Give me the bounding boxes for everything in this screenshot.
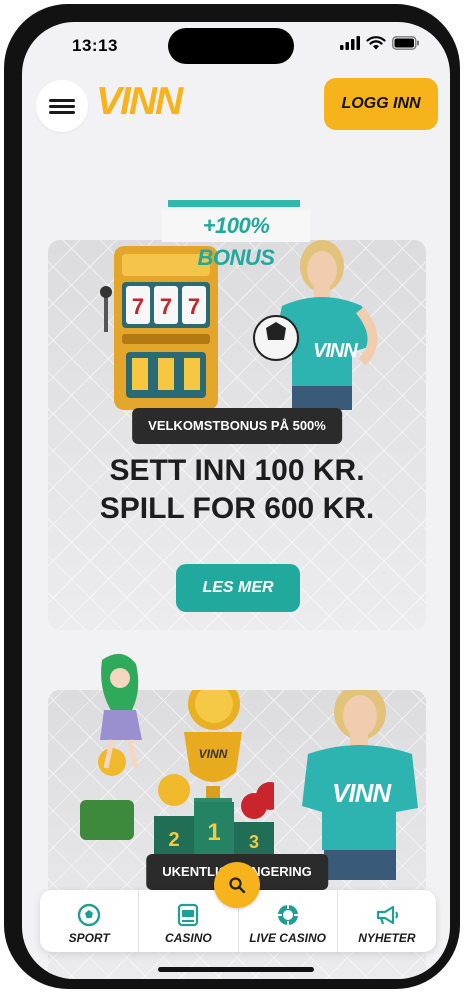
shirt-logo-text-2: VINN [332,778,391,808]
promo-headline-2: SPILL FOR 600 KR. [99,492,375,525]
bonus-tag-text: +100% BONUS [162,210,310,270]
welcome-bonus-badge: VELKOMSTBONUS PÅ 500% [132,408,342,444]
search-icon [229,877,246,894]
home-indicator[interactable] [158,967,314,972]
search-button[interactable] [214,862,260,908]
cellular-signal-icon [340,36,360,50]
tab-news[interactable]: NYHETER [338,890,436,952]
vinn-logo[interactable]: VINN [96,80,183,124]
slot-machine-icon [178,903,199,927]
dynamic-island [168,28,294,64]
anime-character-illustration [100,653,142,769]
tab-news-label: NYHETER [358,931,416,945]
screen: 13:13 VINN LOGG INN 7 7 7 VINN VELKOMSTB… [22,22,450,979]
bonus-tag: +100% BONUS [162,200,310,270]
login-button[interactable]: LOGG INN [324,78,438,130]
tab-sport[interactable]: SPORT [40,890,140,952]
shirt-logo-text: VINN [313,340,358,362]
trophy-label: VINN [199,747,228,761]
hamburger-icon [49,96,75,117]
soccer-ball-icon [77,903,101,927]
podium-first: 1 [207,819,220,846]
tab-casino-label: CASINO [165,931,212,945]
tab-sport-label: SPORT [68,931,110,945]
casino-chip-icon [277,905,298,925]
podium-third: 3 [249,832,259,852]
status-time: 13:13 [72,36,118,55]
megaphone-icon [376,905,398,925]
wifi-icon [366,36,386,50]
svg-text:7: 7 [188,294,200,319]
status-icons [340,36,420,50]
top-header: VINN LOGG INN [22,74,450,144]
battery-icon [392,36,419,50]
svg-text:7: 7 [132,294,144,319]
welcome-bonus-card[interactable]: 7 7 7 VINN VELKOMSTBONUS PÅ 500% SETT IN… [48,240,426,630]
tab-live-casino-label: LIVE CASINO [249,931,326,945]
promo-headline-1: SETT INN 100 KR. [109,454,365,487]
phone-frame: 13:13 VINN LOGG INN 7 7 7 VINN VELKOMSTB… [4,4,460,989]
read-more-button[interactable]: LES MER [176,564,300,612]
podium-second: 2 [168,829,179,851]
svg-text:7: 7 [160,294,172,319]
menu-button[interactable] [36,80,88,132]
